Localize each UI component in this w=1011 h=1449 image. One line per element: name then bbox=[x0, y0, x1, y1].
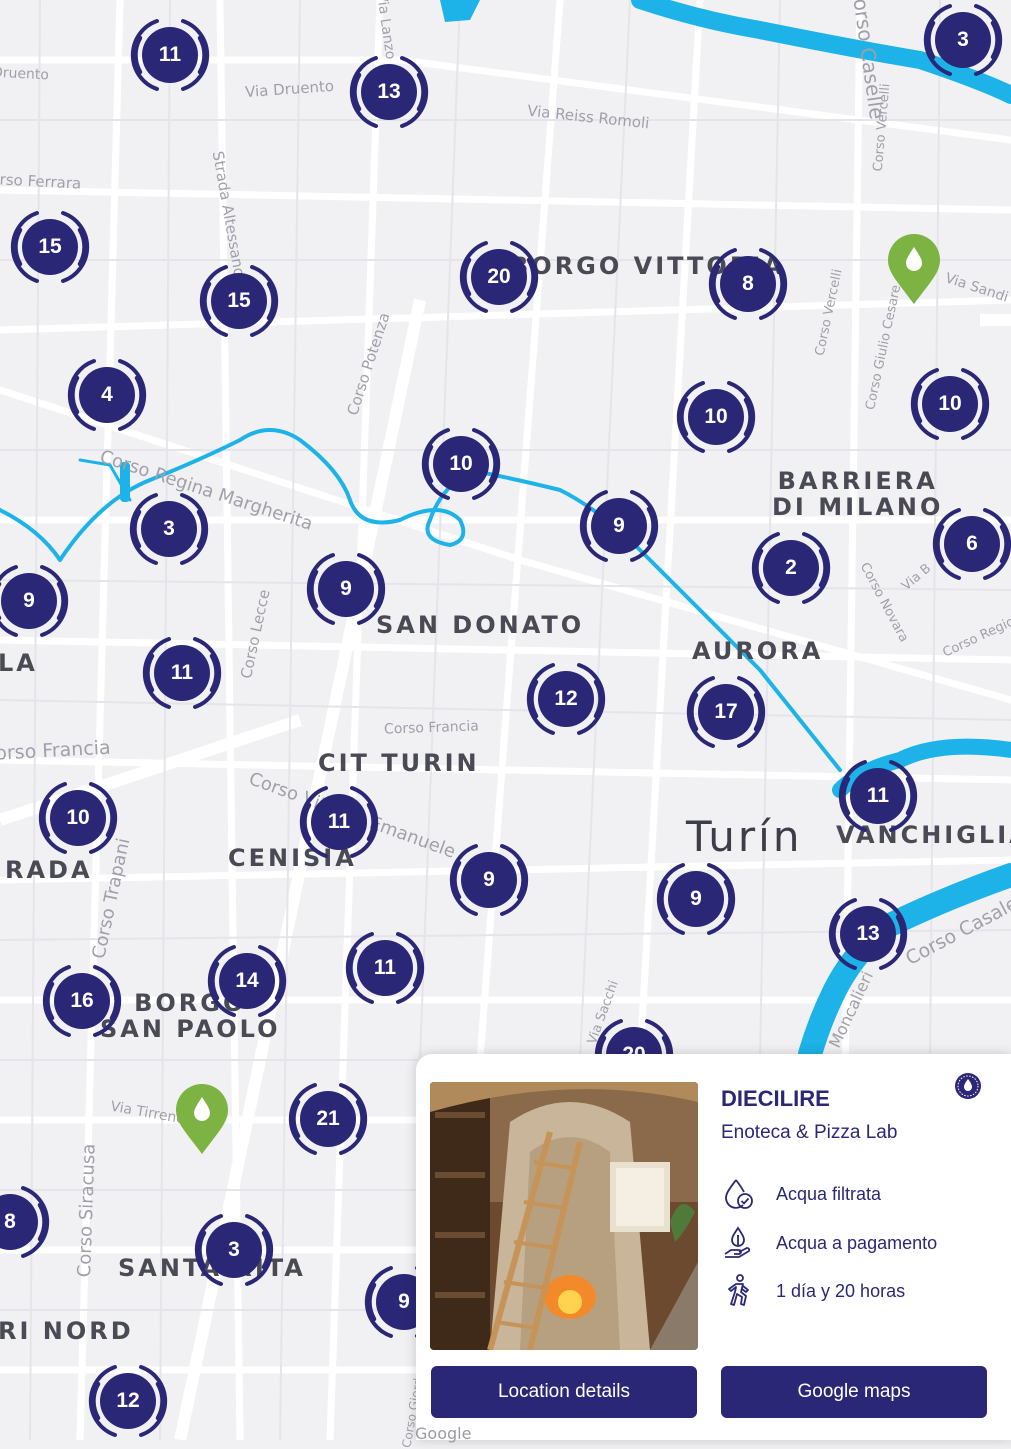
cluster-count: 16 bbox=[54, 973, 110, 1029]
cluster-count: 11 bbox=[311, 794, 367, 850]
cluster-marker[interactable]: 8 bbox=[705, 241, 791, 327]
water-pin-icon[interactable] bbox=[886, 234, 942, 306]
cluster-marker[interactable]: 13 bbox=[825, 891, 911, 977]
cluster-count: 8 bbox=[720, 256, 776, 312]
cluster-marker[interactable]: 12 bbox=[523, 656, 609, 742]
cluster-count: 9 bbox=[591, 498, 647, 554]
cluster-marker[interactable]: 9 bbox=[446, 837, 532, 923]
cluster-marker[interactable]: 3 bbox=[126, 486, 212, 572]
cluster-count: 10 bbox=[433, 436, 489, 492]
cluster-marker[interactable]: 15 bbox=[7, 204, 93, 290]
cluster-count: 9 bbox=[318, 561, 374, 617]
cluster-count: 4 bbox=[79, 367, 135, 423]
cluster-count: 21 bbox=[300, 1091, 356, 1147]
district-label: LA bbox=[0, 649, 38, 677]
cluster-marker[interactable]: 6 bbox=[929, 501, 1011, 587]
cluster-marker[interactable]: 3 bbox=[191, 1207, 277, 1293]
cluster-count: 11 bbox=[142, 27, 198, 83]
cluster-count: 11 bbox=[357, 940, 413, 996]
cluster-count: 15 bbox=[22, 219, 78, 275]
cluster-marker[interactable]: 13 bbox=[346, 49, 432, 135]
cluster-marker[interactable]: 10 bbox=[907, 361, 993, 447]
cluster-marker[interactable]: 11 bbox=[296, 779, 382, 865]
cluster-marker[interactable]: 11 bbox=[127, 12, 213, 98]
verified-badge-icon bbox=[954, 1072, 982, 1100]
hand-coin-drop-icon bbox=[721, 1225, 761, 1261]
walking-person-icon bbox=[721, 1273, 761, 1309]
cluster-marker[interactable]: 20 bbox=[456, 234, 542, 320]
street-label: Druento bbox=[0, 64, 50, 84]
feature-label: 1 día y 20 horas bbox=[776, 1280, 906, 1301]
cluster-marker[interactable]: 16 bbox=[39, 958, 125, 1044]
cluster-marker[interactable]: 9 bbox=[0, 558, 72, 644]
cluster-marker[interactable]: 10 bbox=[673, 374, 759, 460]
feature-filtered-water: Acqua filtrata bbox=[721, 1176, 881, 1212]
district-label: RI NORD bbox=[0, 1317, 134, 1345]
cluster-count: 11 bbox=[850, 768, 906, 824]
cluster-count: 10 bbox=[922, 376, 978, 432]
cluster-count: 9 bbox=[668, 871, 724, 927]
city-label: Turín bbox=[686, 812, 803, 861]
cluster-marker[interactable]: 11 bbox=[835, 753, 921, 839]
district-label: BARRIERA DI MILANO bbox=[772, 467, 944, 521]
cluster-marker[interactable]: 9 bbox=[576, 483, 662, 569]
location-details-button[interactable]: Location details bbox=[431, 1366, 697, 1418]
location-photo bbox=[430, 1082, 698, 1350]
location-subtitle: Enoteca & Pizza Lab bbox=[721, 1122, 898, 1143]
location-card[interactable]: DIECILIRE Enoteca & Pizza Lab Acqua filt… bbox=[416, 1054, 1011, 1440]
cluster-count: 20 bbox=[471, 249, 527, 305]
cluster-count: 12 bbox=[100, 1373, 156, 1429]
cluster-marker[interactable]: 17 bbox=[683, 669, 769, 755]
district-label: CIT TURIN bbox=[318, 749, 480, 777]
cluster-count: 3 bbox=[206, 1222, 262, 1278]
feature-label: Acqua filtrata bbox=[776, 1183, 882, 1204]
cluster-count: 10 bbox=[50, 790, 106, 846]
cluster-marker[interactable]: 10 bbox=[35, 775, 121, 861]
cluster-marker[interactable]: 15 bbox=[196, 258, 282, 344]
cluster-marker[interactable]: 2 bbox=[748, 525, 834, 611]
google-maps-button[interactable]: Google maps bbox=[721, 1366, 987, 1418]
cluster-count: 13 bbox=[361, 64, 417, 120]
cluster-count: 15 bbox=[211, 273, 267, 329]
feature-walking-time: 1 día y 20 horas bbox=[721, 1273, 905, 1309]
location-title: DIECILIRE bbox=[721, 1086, 830, 1111]
cluster-count: 17 bbox=[698, 684, 754, 740]
cluster-marker[interactable]: 12 bbox=[85, 1358, 171, 1444]
feature-paid-water: Acqua a pagamento bbox=[721, 1225, 937, 1261]
cluster-count: 3 bbox=[141, 501, 197, 557]
cluster-count: 11 bbox=[154, 645, 210, 701]
cluster-marker[interactable]: 11 bbox=[139, 630, 225, 716]
cluster-count: 3 bbox=[935, 12, 991, 68]
cluster-count: 6 bbox=[944, 516, 1000, 572]
cluster-marker[interactable]: 14 bbox=[204, 938, 290, 1024]
water-drop-check-icon bbox=[721, 1176, 761, 1212]
cluster-count: 2 bbox=[763, 540, 819, 596]
cluster-marker[interactable]: 21 bbox=[285, 1076, 371, 1162]
cluster-marker[interactable]: 9 bbox=[303, 546, 389, 632]
cluster-marker[interactable]: 3 bbox=[920, 0, 1006, 83]
feature-label: Acqua a pagamento bbox=[776, 1232, 938, 1253]
cluster-marker[interactable]: 10 bbox=[418, 421, 504, 507]
cluster-count: 9 bbox=[1, 573, 57, 629]
cluster-marker[interactable]: 11 bbox=[342, 925, 428, 1011]
district-label: AURORA bbox=[692, 637, 824, 665]
street-label: Corso Francia bbox=[383, 718, 480, 738]
cluster-count: 14 bbox=[219, 953, 275, 1009]
water-pin-icon[interactable] bbox=[174, 1084, 230, 1156]
cluster-count: 13 bbox=[840, 906, 896, 962]
cluster-count: 9 bbox=[461, 852, 517, 908]
map-attribution: Google bbox=[415, 1424, 472, 1443]
cluster-marker[interactable]: 8 bbox=[0, 1179, 53, 1265]
cluster-marker[interactable]: 4 bbox=[64, 352, 150, 438]
district-label: SAN DONATO bbox=[376, 611, 585, 639]
cluster-marker[interactable]: 9 bbox=[653, 856, 739, 942]
cluster-count: 12 bbox=[538, 671, 594, 727]
cluster-count: 10 bbox=[688, 389, 744, 445]
